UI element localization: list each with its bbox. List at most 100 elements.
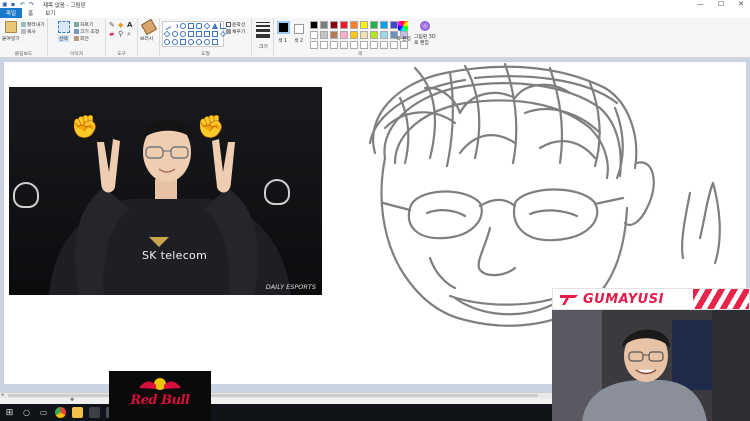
color-swatch[interactable] bbox=[340, 21, 348, 29]
oval-shape-icon[interactable] bbox=[180, 23, 186, 29]
resize-button[interactable]: 크기 조정 bbox=[74, 28, 99, 35]
color-swatch[interactable] bbox=[320, 21, 328, 29]
close-button[interactable]: ✕ bbox=[738, 0, 744, 8]
paste-button[interactable]: 붙여넣기 bbox=[2, 35, 20, 42]
up-arrow-shape-icon[interactable] bbox=[204, 31, 210, 37]
text-icon[interactable]: A bbox=[127, 21, 132, 29]
color-swatch[interactable] bbox=[350, 41, 358, 49]
paste-icon bbox=[5, 21, 17, 33]
select-icon bbox=[58, 21, 70, 33]
color-swatch[interactable] bbox=[330, 31, 338, 39]
outline-button[interactable]: 윤곽선 bbox=[226, 21, 245, 28]
color2-label: 색 2 bbox=[294, 39, 303, 44]
magnifier-icon[interactable]: ⌕ bbox=[127, 30, 131, 39]
shapes-group: 윤곽선 채우기 도형 bbox=[160, 18, 252, 58]
redo-icon[interactable]: ↷ bbox=[29, 1, 35, 8]
color-swatch[interactable] bbox=[350, 31, 358, 39]
copy-button[interactable]: 복사 bbox=[21, 28, 36, 35]
callout-oval-shape-icon[interactable] bbox=[188, 39, 194, 45]
fill-button[interactable]: 채우기 bbox=[226, 28, 245, 35]
color-swatch[interactable] bbox=[380, 41, 388, 49]
left-arrow-shape-icon[interactable] bbox=[196, 31, 202, 37]
color-swatch[interactable] bbox=[370, 21, 378, 29]
explorer-icon[interactable] bbox=[72, 407, 83, 418]
color-swatch[interactable] bbox=[310, 41, 318, 49]
color-swatch[interactable] bbox=[360, 31, 368, 39]
lightning-shape-icon[interactable] bbox=[212, 39, 218, 45]
maximize-button[interactable]: ☐ bbox=[718, 0, 724, 8]
hexagon-shape-icon[interactable] bbox=[180, 31, 186, 37]
color-swatch[interactable] bbox=[310, 21, 318, 29]
store-icon[interactable] bbox=[89, 407, 100, 418]
task-view-icon[interactable]: ▭ bbox=[38, 407, 49, 418]
color-swatch[interactable] bbox=[360, 41, 368, 49]
right-arrow-shape-icon[interactable] bbox=[188, 31, 194, 37]
pencil-icon[interactable]: ✎ bbox=[109, 21, 115, 29]
crop-button[interactable]: 자르기 bbox=[74, 21, 93, 28]
scrollbar-thumb[interactable] bbox=[8, 394, 538, 397]
ribbon: 붙여넣기 잘라내기 복사 클립보드 선택 자르기 크기 조정 회전 이미지 ✎ … bbox=[0, 18, 750, 58]
pentagon-shape-icon[interactable] bbox=[172, 31, 178, 37]
color-swatch[interactable] bbox=[320, 41, 328, 49]
windows-icon[interactable]: ⊞ bbox=[4, 407, 15, 418]
undo-icon[interactable]: ↶ bbox=[20, 1, 26, 8]
heart-shape-icon[interactable] bbox=[204, 39, 210, 45]
color-swatch[interactable] bbox=[350, 21, 358, 29]
color-swatch[interactable] bbox=[340, 41, 348, 49]
rounded-rectangle-shape-icon[interactable] bbox=[196, 23, 202, 29]
star-six-shape-icon[interactable] bbox=[172, 39, 178, 45]
eraser-icon[interactable]: ▰ bbox=[109, 30, 114, 38]
resize-icon bbox=[74, 29, 79, 34]
tab-file[interactable]: 파일 bbox=[0, 8, 23, 18]
crop-icon bbox=[74, 22, 79, 27]
color-palette[interactable] bbox=[310, 21, 409, 50]
diamond-shape-icon[interactable] bbox=[163, 30, 171, 38]
minimize-button[interactable]: — bbox=[697, 0, 704, 8]
rotate-button[interactable]: 회전 bbox=[74, 35, 89, 42]
quick-access-toolbar: ▣ ▪ ↶ ↷ bbox=[0, 1, 35, 8]
edit-colors-button[interactable]: 색 편집 bbox=[396, 35, 411, 42]
star-five-shape-icon[interactable] bbox=[164, 39, 170, 45]
select-button[interactable]: 선택 bbox=[58, 35, 69, 42]
color-swatch[interactable] bbox=[380, 21, 388, 29]
save-icon[interactable]: ▪ bbox=[11, 1, 17, 8]
color2-swatch[interactable] bbox=[294, 24, 304, 34]
rectangle-shape-icon[interactable] bbox=[188, 23, 194, 29]
line-shape-icon[interactable] bbox=[162, 21, 172, 31]
triangle-shape-icon[interactable] bbox=[212, 23, 218, 29]
color-swatch[interactable] bbox=[370, 31, 378, 39]
size-button[interactable]: 크기 bbox=[259, 43, 268, 50]
color-swatch[interactable] bbox=[330, 21, 338, 29]
color-swatch[interactable] bbox=[400, 41, 408, 49]
color-swatch[interactable] bbox=[390, 21, 398, 29]
polygon-shape-icon[interactable] bbox=[203, 22, 211, 30]
callout-cloud-shape-icon[interactable] bbox=[196, 39, 202, 45]
tab-home[interactable]: 홈 bbox=[22, 8, 39, 18]
cut-button[interactable]: 잘라내기 bbox=[21, 21, 45, 28]
scissors-icon bbox=[21, 22, 26, 27]
color-swatch[interactable] bbox=[340, 31, 348, 39]
brushes-button[interactable]: 브러시 bbox=[140, 35, 153, 42]
color-swatch[interactable] bbox=[320, 31, 328, 39]
color-picker-icon[interactable]: ⚲ bbox=[118, 30, 123, 38]
color-swatch[interactable] bbox=[330, 41, 338, 49]
color1-swatch[interactable] bbox=[277, 21, 290, 34]
color-swatch[interactable] bbox=[390, 41, 398, 49]
paint3d-button[interactable]: 그림판 3D로 편집 bbox=[414, 35, 438, 47]
chrome-icon[interactable] bbox=[55, 407, 66, 418]
color-swatch[interactable] bbox=[380, 31, 388, 39]
scroll-down-icon[interactable] bbox=[220, 39, 226, 45]
color-swatch[interactable] bbox=[360, 21, 368, 29]
callout-rect-shape-icon[interactable] bbox=[180, 39, 186, 45]
curve-shape-icon[interactable] bbox=[172, 23, 178, 29]
shapes-gallery[interactable] bbox=[162, 21, 226, 47]
brushes-group: 브러시 bbox=[138, 18, 160, 58]
size-lines-icon[interactable] bbox=[256, 22, 270, 38]
pasted-photo[interactable]: ✊ ✊ ✊ SK telecom DAILY ESPORTS bbox=[9, 87, 322, 295]
tab-view[interactable]: 보기 bbox=[39, 8, 61, 18]
color-swatch[interactable] bbox=[370, 41, 378, 49]
fill-icon[interactable]: ◆ bbox=[118, 21, 123, 29]
down-arrow-shape-icon[interactable] bbox=[212, 31, 218, 37]
search-icon[interactable]: ○ bbox=[21, 407, 32, 418]
color-swatch[interactable] bbox=[310, 31, 318, 39]
